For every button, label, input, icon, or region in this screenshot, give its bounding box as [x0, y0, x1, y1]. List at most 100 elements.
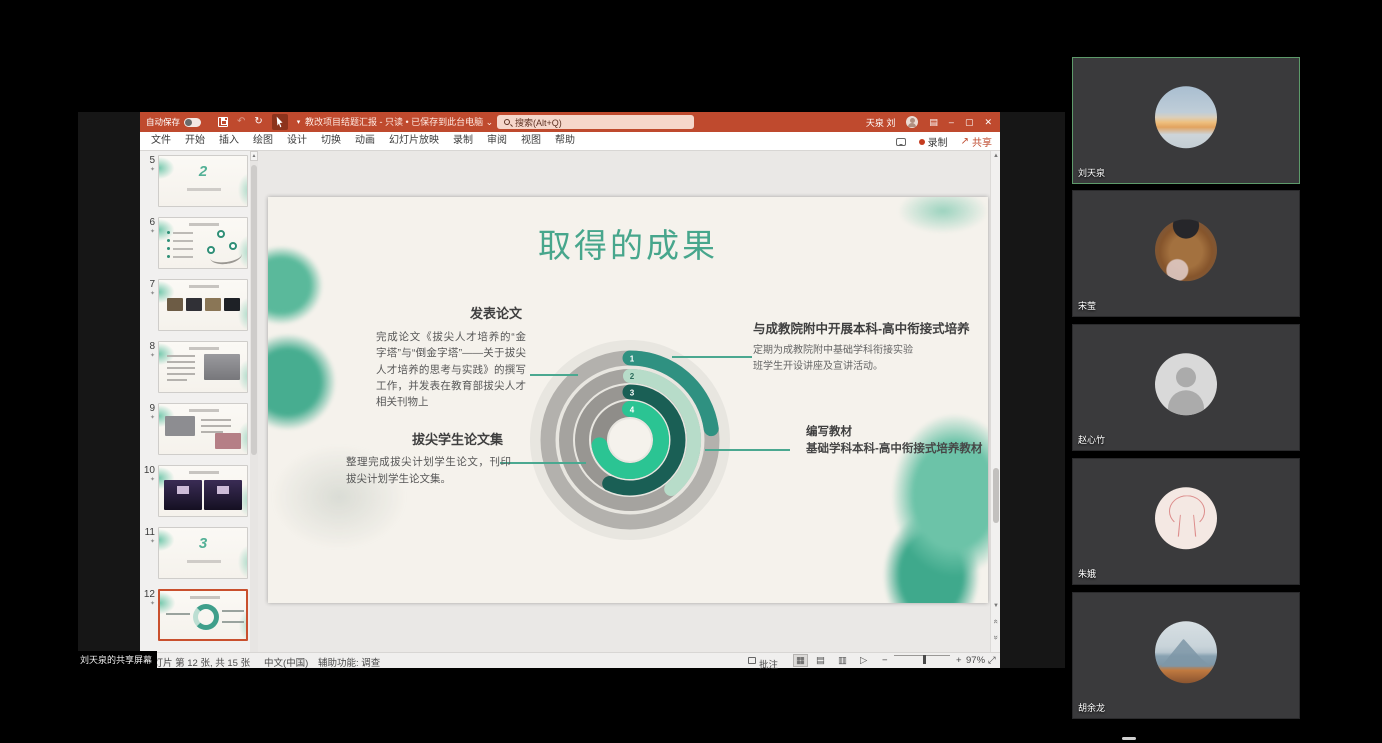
participant-tile-4[interactable]: 朱娥: [1072, 458, 1300, 585]
slide-number: 5: [142, 155, 155, 166]
thumbnail-slide-9[interactable]: 9✦: [142, 403, 248, 455]
thumbnail-canvas[interactable]: [158, 279, 248, 331]
slideshow-view-icon[interactable]: ▷: [860, 655, 867, 666]
minimize-button[interactable]: –: [949, 117, 954, 127]
block-heading: 编写教材: [806, 423, 988, 439]
participant-avatar: [1155, 487, 1217, 549]
editor-scrollbar[interactable]: ▲ ▼ « »: [990, 151, 1000, 652]
participant-name: 宋莹: [1078, 299, 1096, 312]
accessibility-status[interactable]: 辅助功能: 调查: [318, 655, 380, 669]
participant-name: 赵心竹: [1078, 433, 1105, 446]
ribbon-display-options-icon[interactable]: ▤: [929, 117, 938, 128]
search-input[interactable]: 搜索(Alt+Q): [497, 115, 694, 129]
animation-star-icon: ✦: [142, 414, 155, 421]
search-icon: [504, 119, 510, 125]
document-title[interactable]: 教改项目结题汇报 - 只读 • 已保存到此台电脑 ⌄: [305, 112, 493, 132]
animation-star-icon: ✦: [142, 600, 155, 607]
thumbnail-canvas[interactable]: [158, 403, 248, 455]
share-button[interactable]: ↗共享: [961, 134, 992, 149]
notes-button[interactable]: 批注: [748, 655, 759, 666]
scroll-up-icon[interactable]: ▲: [250, 151, 258, 161]
thumbnail-slide-8[interactable]: 8✦: [142, 341, 248, 393]
tab-slideshow[interactable]: 幻灯片放映: [382, 132, 446, 151]
block-textbook: 编写教材 基础学科本科-高中衔接式培养教材: [806, 423, 988, 458]
scroll-up-icon[interactable]: ▲: [991, 153, 1000, 159]
tab-record[interactable]: 录制: [446, 132, 480, 151]
animation-star-icon: ✦: [142, 538, 155, 545]
slide-number: 9: [142, 403, 155, 414]
ribbon-right-controls: 录制 ↗共享: [896, 132, 992, 151]
presenter-cursor-icon[interactable]: [272, 114, 288, 130]
ring-label-2: 2: [630, 372, 635, 381]
scroll-down-icon[interactable]: ▼: [991, 603, 1000, 609]
participant-tile-5[interactable]: 胡余龙: [1072, 592, 1300, 719]
undo-icon[interactable]: ↶: [237, 112, 245, 132]
participant-name: 朱娥: [1078, 567, 1096, 580]
block-heading: 拔尖学生论文集: [346, 429, 511, 448]
thumbnail-slide-12-selected[interactable]: 12✦: [142, 589, 248, 641]
maximize-button[interactable]: ▢: [965, 117, 974, 128]
next-slide-icon[interactable]: »: [992, 633, 1001, 643]
autosave-label: 自动保存: [146, 116, 180, 128]
participant-avatar: [1155, 353, 1217, 415]
save-icon[interactable]: [218, 117, 228, 127]
thumbnail-slide-6[interactable]: 6✦: [142, 217, 248, 269]
share-icon: ↗: [961, 136, 969, 147]
tab-transitions[interactable]: 切换: [314, 132, 348, 151]
reading-view-icon[interactable]: ▥: [838, 655, 847, 666]
tab-review[interactable]: 审阅: [480, 132, 514, 151]
thumbnail-canvas[interactable]: [158, 217, 248, 269]
block-joint-training: 与成教院附中开展本科-高中衔接式培养 定期为成教院附中基础学科衔接实验班学生开设…: [753, 318, 988, 375]
zoom-slider-track[interactable]: [894, 655, 950, 656]
fit-slide-icon[interactable]: ⤢: [988, 655, 996, 666]
slide-canvas[interactable]: 取得的成果 1 2 3 4: [268, 197, 988, 603]
thumbnail-scrollbar[interactable]: ▲: [250, 151, 258, 652]
normal-view-icon[interactable]: ▦: [794, 655, 807, 666]
record-button[interactable]: 录制: [919, 134, 948, 149]
thumbnail-canvas[interactable]: 2: [158, 155, 248, 207]
language-indicator[interactable]: 中文(中国): [264, 655, 308, 669]
redo-icon[interactable]: ↻: [254, 112, 262, 132]
thumbnail-slide-5[interactable]: 5✦ 2: [142, 155, 248, 207]
tab-design[interactable]: 设计: [280, 132, 314, 151]
comments-icon[interactable]: [896, 138, 906, 146]
tab-help[interactable]: 帮助: [548, 132, 582, 151]
tab-view[interactable]: 视图: [514, 132, 548, 151]
account-name[interactable]: 天泉 刘: [866, 116, 896, 129]
powerpoint-window: 自动保存 ↶ ↻ ▾ 教改项目结题汇报 - 只读 • 已保存到此台电脑 ⌄ 搜索…: [140, 112, 1000, 668]
tab-animations[interactable]: 动画: [348, 132, 382, 151]
autosave-toggle[interactable]: 自动保存: [146, 112, 201, 132]
zoom-slider-thumb[interactable]: [923, 655, 926, 664]
qat-dropdown-icon[interactable]: ▾: [297, 118, 301, 126]
zoom-level[interactable]: 97%: [966, 655, 985, 666]
participant-tile-1[interactable]: 刘天泉: [1072, 57, 1300, 184]
autosave-switch-icon[interactable]: [184, 118, 201, 127]
slide-sorter-view-icon[interactable]: ▤: [816, 655, 825, 666]
tab-file[interactable]: 文件: [144, 132, 178, 151]
thumbnail-slide-7[interactable]: 7✦: [142, 279, 248, 331]
titlebar-right-controls: 天泉 刘 ▤ – ▢ ✕: [866, 112, 992, 132]
slide-number: 10: [142, 465, 155, 476]
account-avatar[interactable]: [906, 116, 918, 128]
thumbnail-slide-10[interactable]: 10✦: [142, 465, 248, 517]
thumbnail-canvas[interactable]: [158, 589, 248, 641]
previous-slide-icon[interactable]: «: [992, 617, 1001, 627]
scrollbar-thumb[interactable]: [251, 165, 257, 455]
notes-label: 批注: [759, 657, 778, 671]
zoom-in-icon[interactable]: +: [956, 655, 962, 666]
tab-insert[interactable]: 插入: [212, 132, 246, 151]
ring-label-1: 1: [630, 355, 635, 364]
thumbnail-slide-11[interactable]: 11✦ 3: [142, 527, 248, 579]
connector-line-bottomleft: [500, 462, 586, 464]
tab-draw[interactable]: 绘图: [246, 132, 280, 151]
zoom-out-icon[interactable]: −: [882, 655, 888, 666]
scrollbar-thumb[interactable]: [993, 468, 999, 523]
search-placeholder: 搜索(Alt+Q): [515, 116, 562, 129]
close-button[interactable]: ✕: [984, 117, 992, 128]
thumbnail-canvas[interactable]: [158, 465, 248, 517]
thumbnail-canvas[interactable]: 3: [158, 527, 248, 579]
tab-home[interactable]: 开始: [178, 132, 212, 151]
participant-tile-2[interactable]: 宋莹: [1072, 190, 1300, 317]
thumbnail-canvas[interactable]: [158, 341, 248, 393]
participant-tile-3[interactable]: 赵心竹: [1072, 324, 1300, 451]
